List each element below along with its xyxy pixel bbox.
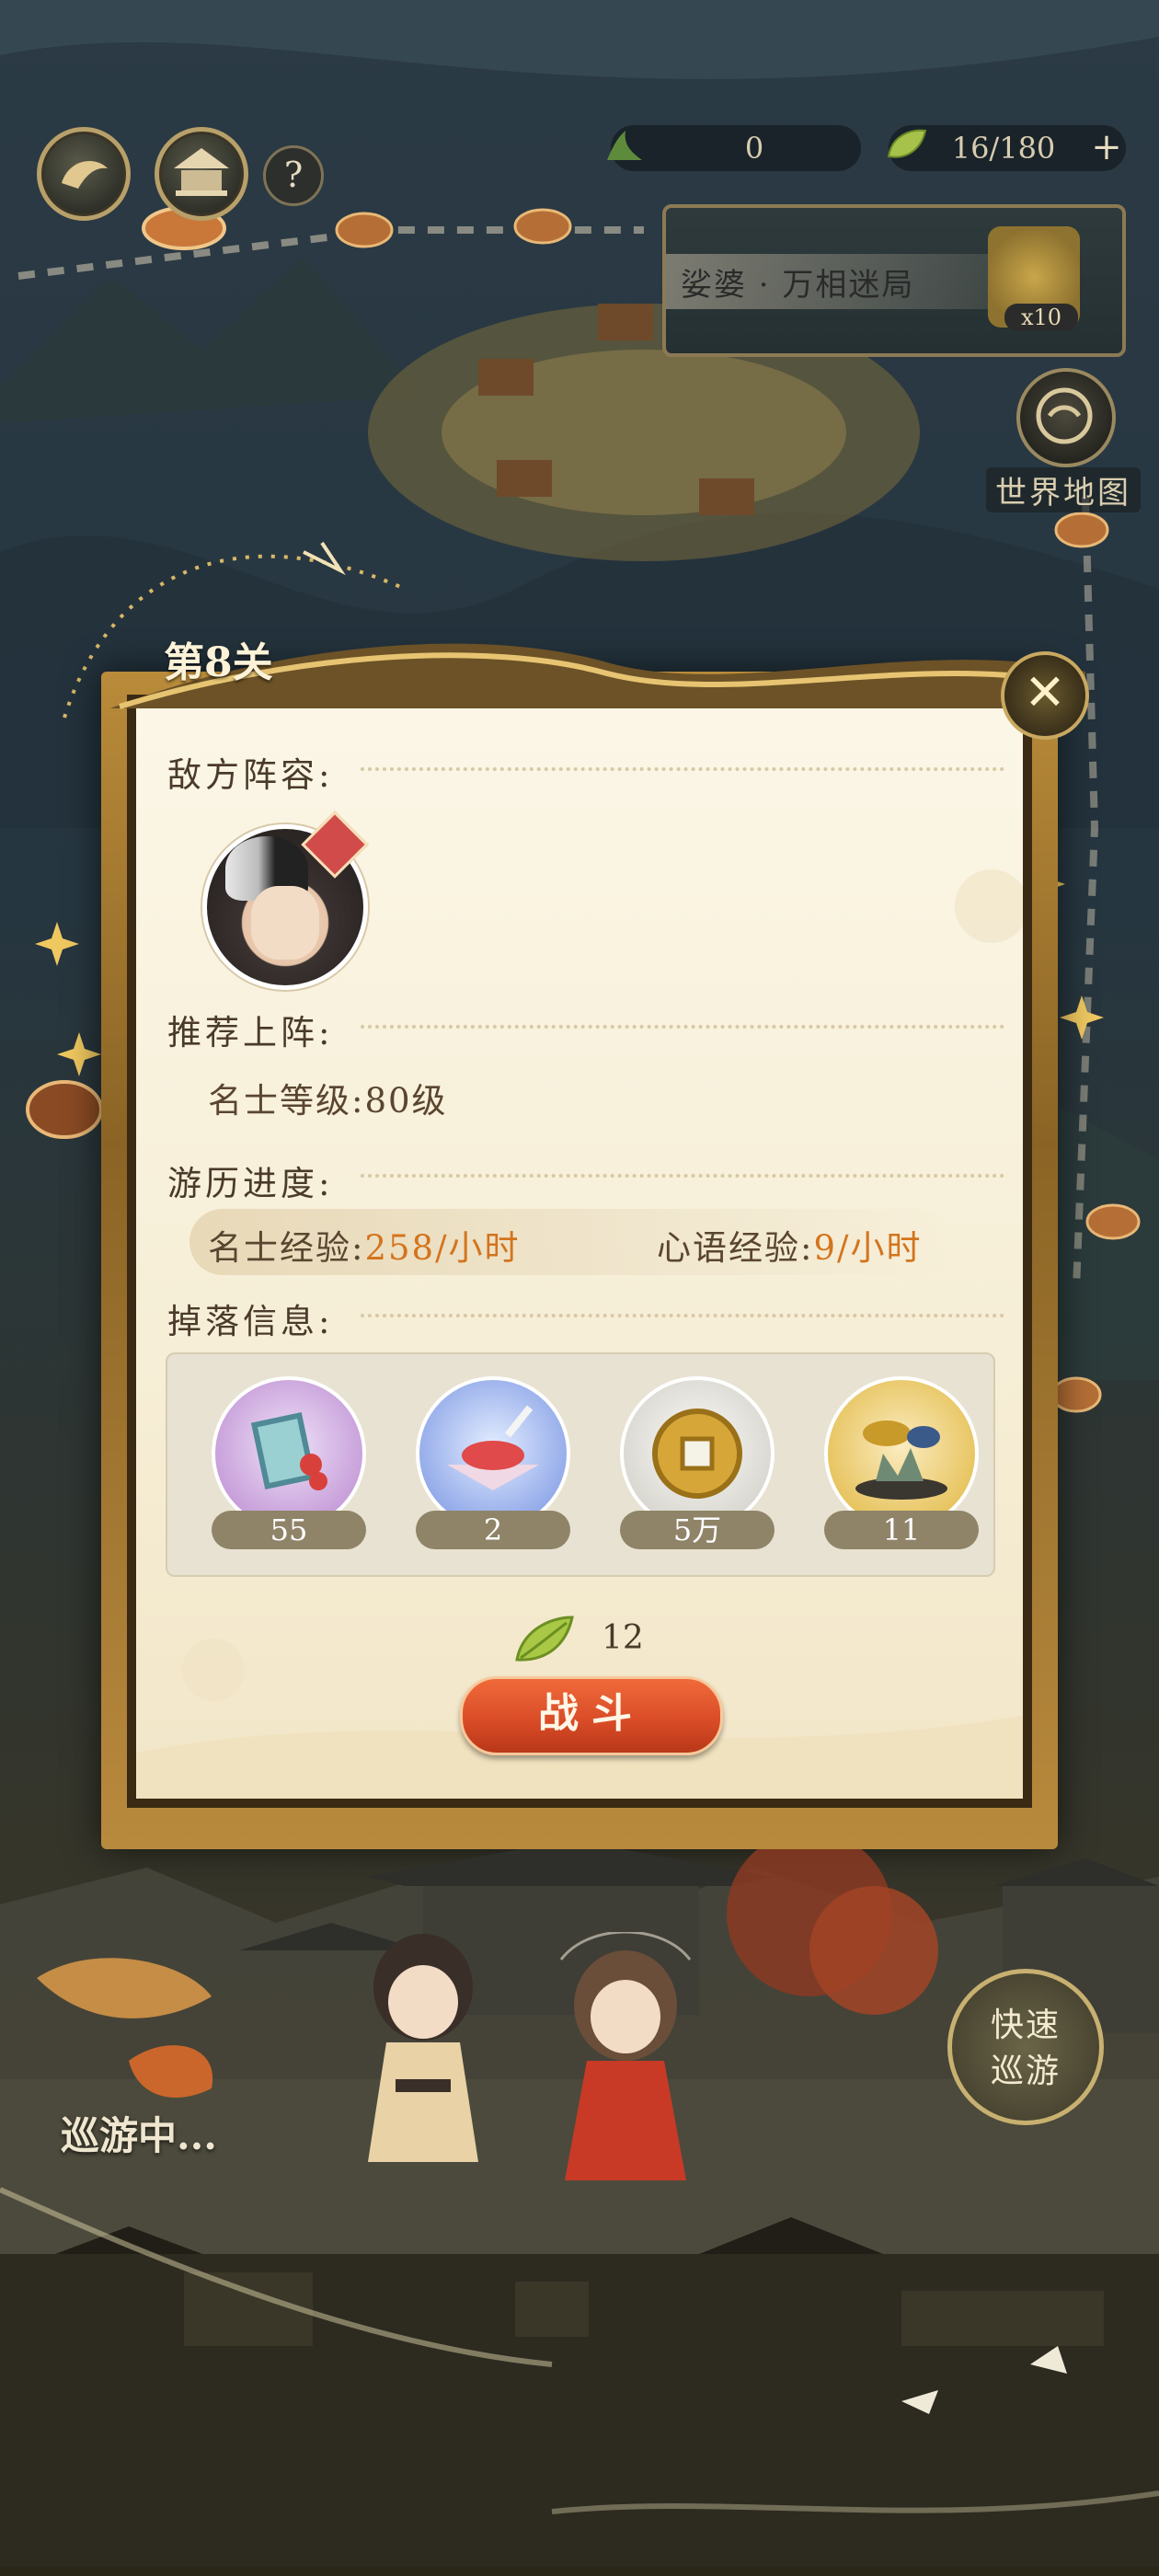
drop-qty: 2 xyxy=(416,1511,570,1549)
drop-qty: 55 xyxy=(212,1511,366,1549)
stage-name: 娑婆 · 万相迷局 xyxy=(681,267,915,304)
divider xyxy=(361,1314,1004,1317)
dessert-bowl-icon xyxy=(416,1376,570,1531)
leaf-icon xyxy=(515,1616,574,1662)
drops-list: 55 2 5万 11 xyxy=(166,1352,995,1577)
bird-emblem-icon xyxy=(62,161,108,189)
heart-exp-value: 9/小时 xyxy=(813,1228,923,1268)
drops-label: 掉落信息: xyxy=(167,1302,334,1341)
recommend-label: 推荐上阵: xyxy=(167,1013,334,1052)
master-exp-value: 258/小时 xyxy=(364,1228,521,1268)
divider xyxy=(361,767,1004,771)
level-title: 第8关 xyxy=(164,639,273,686)
stamina-cost: 12 xyxy=(602,1619,644,1657)
quick-tour-label-2: 巡游 xyxy=(990,2053,1061,2090)
recommend-level-value: 80级 xyxy=(364,1081,448,1121)
book-glyph xyxy=(250,1411,327,1490)
grass-icon xyxy=(607,131,642,160)
close-icon: ✕ xyxy=(1024,663,1066,721)
recommend-level-label: 名士等级: xyxy=(208,1081,365,1121)
divider xyxy=(361,1174,1004,1178)
bonsai-icon xyxy=(824,1376,979,1531)
close-button[interactable]: ✕ xyxy=(1001,651,1089,740)
book-icon xyxy=(212,1376,366,1531)
world-map-icon xyxy=(1036,387,1093,444)
scholar-character xyxy=(368,1934,478,2162)
lady-character xyxy=(559,1932,692,2180)
stage-count: x10 xyxy=(1004,304,1078,331)
drop-item-coin[interactable]: 5万 xyxy=(620,1376,775,1560)
coin-glyph xyxy=(652,1409,742,1499)
currency-value: 0 xyxy=(744,131,764,166)
add-stamina-button[interactable]: + xyxy=(1085,125,1128,171)
dessert-glyph xyxy=(447,1405,539,1490)
pavilion-icon xyxy=(174,148,229,196)
touring-status: 巡游中... xyxy=(61,2113,217,2158)
recommend-level: 名士等级:80级 xyxy=(208,1073,448,1122)
heart-exp-label: 心语经验: xyxy=(657,1228,814,1268)
avatar-face xyxy=(251,886,319,960)
drop-item-dessert[interactable]: 2 xyxy=(416,1376,570,1560)
coin-icon xyxy=(620,1376,775,1531)
master-exp-rate: 名士经验:258/小时 xyxy=(208,1220,521,1270)
world-map-button[interactable] xyxy=(1016,368,1116,467)
stage-card[interactable]: 娑婆 · 万相迷局 x10 xyxy=(662,204,1126,357)
world-map-label: 世界地图 xyxy=(986,467,1141,512)
leaf-icon xyxy=(887,129,927,158)
drop-item-book[interactable]: 55 xyxy=(212,1376,366,1560)
map-emblem-button[interactable] xyxy=(37,127,131,221)
currency-display: 0 xyxy=(611,125,861,171)
drop-qty: 11 xyxy=(824,1511,979,1549)
bonsai-glyph xyxy=(855,1420,947,1500)
battle-button[interactable]: 战斗 xyxy=(460,1676,723,1755)
quick-tour-button[interactable]: 快速 巡游 xyxy=(947,1969,1104,2125)
progress-label: 游历进度: xyxy=(167,1164,334,1203)
divider xyxy=(361,1025,1004,1029)
heart-exp-rate: 心语经验:9/小时 xyxy=(657,1220,922,1270)
quick-tour-label-1: 快速 xyxy=(990,2007,1061,2044)
drop-qty: 5万 xyxy=(620,1511,775,1549)
help-button[interactable]: ? xyxy=(263,145,324,206)
stamina-value: 16/180 xyxy=(951,131,1056,166)
master-exp-label: 名士经验: xyxy=(208,1228,365,1268)
pavilion-button[interactable] xyxy=(155,127,248,221)
enemy-lineup-label: 敌方阵容: xyxy=(167,755,334,795)
drop-item-bonsai[interactable]: 11 xyxy=(824,1376,979,1560)
